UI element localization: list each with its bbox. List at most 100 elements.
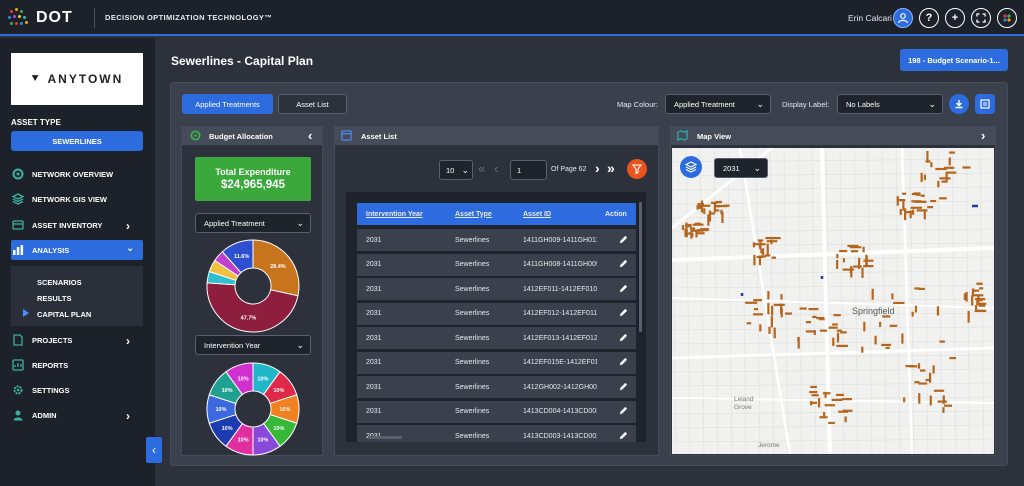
edit-icon[interactable] <box>619 308 628 319</box>
chevron-left-icon[interactable]: ‹ <box>308 128 312 143</box>
chevron-right-icon[interactable]: › <box>981 128 985 143</box>
map-icon <box>677 130 688 143</box>
submenu-item-results[interactable]: RESULTS <box>37 294 71 303</box>
applied-treatment-slice-label: 47.7% <box>241 316 257 322</box>
column-header-asset-type[interactable]: Asset Type <box>455 211 492 218</box>
edit-icon[interactable] <box>619 284 628 295</box>
map-canvas[interactable]: Springfield Leland Grove Jerome 2031 ⌄ <box>672 148 994 454</box>
edit-icon[interactable] <box>619 259 628 270</box>
street <box>727 148 733 454</box>
last-page-icon[interactable]: » <box>607 160 615 176</box>
street <box>672 438 994 443</box>
scenario-button[interactable]: 198 - Budget Scenario-1... <box>900 49 1008 71</box>
collapse-sidebar-button[interactable]: ‹ <box>146 437 162 463</box>
sidebar-item-analysis[interactable]: ANALYSIS ⌄ <box>11 240 143 260</box>
row-intervention-year: 2031 <box>366 334 382 342</box>
budget-panel-header: Budget Allocation ‹ <box>182 127 322 145</box>
filter-clear-icon <box>632 164 642 174</box>
column-header-intervention-year[interactable]: Intervention Year <box>366 211 423 218</box>
budget-group-select-1[interactable]: Applied Treatment ⌄ <box>195 213 311 233</box>
tab-applied-treatments[interactable]: Applied Treatments <box>182 94 273 114</box>
submenu-item-scenarios[interactable]: SCENARIOS <box>37 278 82 287</box>
street <box>672 270 994 275</box>
chart-icon <box>12 244 24 256</box>
map-year-select[interactable]: 2031 ⌄ <box>714 158 768 178</box>
edit-icon[interactable] <box>619 382 628 393</box>
sidebar-item-asset-inventory[interactable]: ASSET INVENTORY › <box>0 215 155 235</box>
chevron-down-icon: ⌄ <box>928 99 936 109</box>
display-label-label: Display Label: <box>782 100 830 109</box>
dot-logo-icon <box>8 7 32 29</box>
layers-icon <box>12 193 24 205</box>
table-row[interactable]: 2031 Sewerlines 1412EF015E-1412EF013 <box>357 351 636 374</box>
sidebar-item-label: ANALYSIS <box>32 245 70 255</box>
sidebar-item-settings[interactable]: SETTINGS <box>0 380 155 400</box>
clear-filter-button[interactable] <box>627 159 647 179</box>
edit-icon[interactable] <box>619 406 628 417</box>
row-asset-id: 1412GH002-1412GH001 <box>523 383 597 391</box>
chevron-down-icon: ⌄ <box>461 165 469 175</box>
export-button[interactable] <box>975 94 995 114</box>
row-asset-id: 1413CD003-1413CD002 <box>523 432 597 440</box>
budget-group-select-2[interactable]: Intervention Year ⌄ <box>195 335 311 355</box>
page-input[interactable]: 1 <box>510 160 547 180</box>
vertical-scrollbar[interactable] <box>639 202 642 332</box>
sidebar-item-admin[interactable]: ADMIN › <box>0 405 155 425</box>
download-button[interactable] <box>949 94 969 114</box>
edit-icon[interactable] <box>619 431 628 442</box>
page-title: Sewerlines - Capital Plan <box>171 54 314 68</box>
edit-icon[interactable] <box>619 333 628 344</box>
user-name[interactable]: Erin Calcari <box>848 13 892 23</box>
fullscreen-icon[interactable] <box>971 8 991 28</box>
asset-type-button[interactable]: SEWERLINES <box>11 131 143 151</box>
table-row[interactable]: 2031Sewerlines1413CD003-1413CD002 <box>357 425 636 442</box>
horizontal-scrollbar[interactable] <box>368 436 402 439</box>
street <box>951 148 957 454</box>
prev-page-icon[interactable]: ‹ <box>494 161 498 176</box>
intervention-year-slice-label: 10% <box>238 437 249 443</box>
street <box>699 148 705 454</box>
map-colour-select[interactable]: Applied Treatment ⌄ <box>665 94 771 114</box>
map-year-value: 2031 <box>723 163 740 173</box>
budget-group-value-1: Applied Treatment <box>204 218 265 228</box>
sidebar-item-projects[interactable]: PROJECTS › <box>0 330 155 350</box>
edit-icon[interactable] <box>619 357 628 368</box>
apps-icon[interactable] <box>997 8 1017 28</box>
table-row[interactable]: 2031 Sewerlines 1412EF012-1412EF011 <box>357 302 636 325</box>
page-value: 1 <box>517 165 522 175</box>
table-row[interactable]: 2031 Sewerlines 1412EF013-1412EF012 <box>357 327 636 349</box>
submenu-item-capital-plan[interactable]: CAPITAL PLAN <box>37 310 91 319</box>
row-asset-id: 1411GH008-1411GH009 <box>523 261 597 268</box>
layers-icon <box>685 161 697 173</box>
list-icon <box>341 130 352 143</box>
map-layers-button[interactable] <box>680 156 702 178</box>
sidebar-item-reports[interactable]: REPORTS <box>0 355 155 375</box>
display-label-value: No Labels <box>846 99 880 109</box>
reports-icon <box>12 359 24 371</box>
table-row[interactable]: 2031 Sewerlines 1411GH009-1411GH011 <box>357 229 636 251</box>
tab-asset-list[interactable]: Asset List <box>278 94 347 114</box>
row-intervention-year: 2031 <box>366 408 382 415</box>
street <box>672 148 677 454</box>
next-page-icon[interactable]: › <box>595 160 600 176</box>
help-icon[interactable]: ? <box>919 8 939 28</box>
table-row[interactable]: 2031 Sewerlines 1412GH002-1412GH001 <box>357 376 636 398</box>
dot-logo[interactable]: DOT <box>8 7 73 29</box>
sidebar-item-network-overview[interactable]: NETWORK OVERVIEW <box>0 164 155 184</box>
chevron-right-icon: › <box>126 334 130 348</box>
first-page-icon[interactable]: « <box>478 161 485 176</box>
display-label-select[interactable]: No Labels ⌄ <box>837 94 943 114</box>
table-row[interactable]: 2031 Sewerlines 1412EF011-1412EF010 <box>357 278 636 300</box>
row-intervention-year: 2031 <box>366 285 382 293</box>
table-row[interactable]: 2031 Sewerlines 1413CD004-1413CD003 <box>357 400 636 423</box>
edit-icon[interactable] <box>619 235 628 246</box>
add-icon[interactable]: + <box>945 8 965 28</box>
sidebar-item-network-gis-view[interactable]: NETWORK GIS VIEW <box>0 189 155 209</box>
table-row[interactable]: 2031 Sewerlines 1411GH008-1411GH009 <box>357 253 636 276</box>
page-size-select[interactable]: 10 ⌄ <box>439 160 473 180</box>
topbar-divider <box>94 8 95 28</box>
sidebar-item-label: NETWORK GIS VIEW <box>32 194 107 204</box>
column-header-asset-id[interactable]: Asset ID <box>523 211 597 218</box>
budget-panel-title: Budget Allocation <box>209 131 273 141</box>
user-icon[interactable] <box>893 8 913 28</box>
